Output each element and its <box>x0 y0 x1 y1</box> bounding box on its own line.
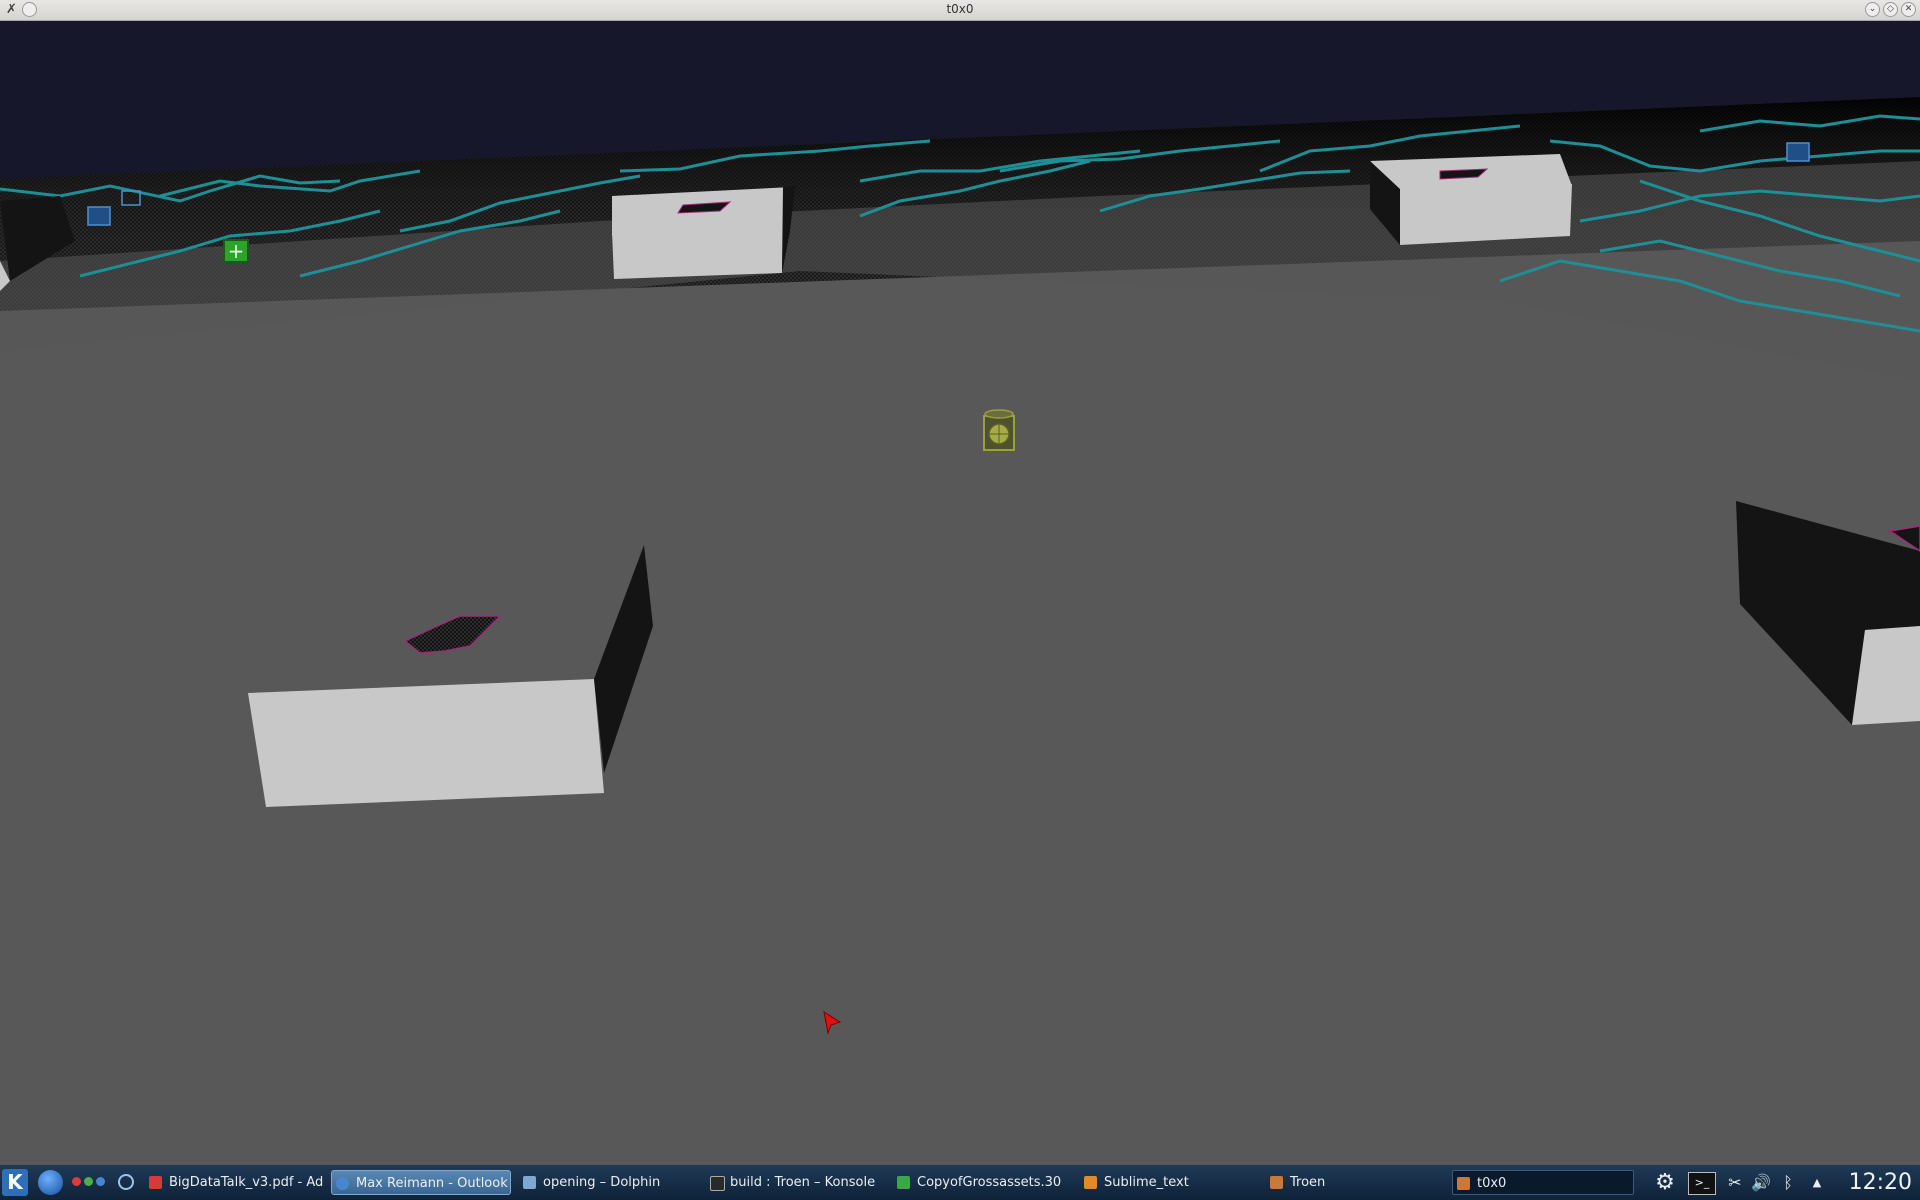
taskbar-item-dolphin[interactable]: opening – Dolphin <box>519 1170 699 1195</box>
powerup-canister-icon <box>983 409 1015 451</box>
taskbar-item-konsole[interactable]: build : Troen – Konsole <box>706 1170 886 1195</box>
pdf-icon <box>149 1176 162 1189</box>
settings-gear-icon[interactable]: ⚙ <box>1652 1172 1678 1194</box>
volume-icon[interactable]: 🔊 <box>1750 1172 1772 1193</box>
troen-icon <box>1457 1177 1470 1190</box>
kde-k-icon[interactable]: K <box>2 1169 28 1196</box>
close-button[interactable]: ✕ <box>1901 2 1916 17</box>
game-scene[interactable]: + <box>0 21 1920 1165</box>
editor-icon <box>1084 1176 1097 1189</box>
spreadsheet-icon <box>897 1176 910 1189</box>
bluetooth-icon[interactable]: ᛒ <box>1780 1172 1796 1193</box>
window-titlebar[interactable]: ✗ t0x0 ⌄ ◇ ✕ <box>0 0 1920 21</box>
maximize-button[interactable]: ◇ <box>1883 2 1898 17</box>
block-far-right <box>1370 154 1572 245</box>
folder-icon <box>523 1176 536 1189</box>
troen-icon <box>1270 1176 1283 1189</box>
minimize-button[interactable]: ⌄ <box>1865 2 1880 17</box>
network-icon[interactable] <box>118 1174 134 1190</box>
terminal-icon <box>710 1176 725 1191</box>
firefox-icon[interactable] <box>38 1170 63 1195</box>
taskbar: K BigDataTalk_v3.pdf - Ad Max Reimann - … <box>0 1165 1920 1200</box>
taskbar-item-pdf[interactable]: BigDataTalk_v3.pdf - Ad <box>145 1170 325 1195</box>
block-far-center <box>612 186 795 279</box>
svg-text:+: + <box>228 239 245 263</box>
game-viewport[interactable]: + <box>0 21 1920 1165</box>
taskbar-item-sublime[interactable]: Sublime_text <box>1080 1170 1250 1195</box>
taskbar-item-spreadsheet[interactable]: CopyofGrossassets.30 <box>893 1170 1063 1195</box>
terminal-icon[interactable]: >_ <box>1688 1172 1716 1195</box>
tray-expand-arrow-icon[interactable]: ▲ <box>1810 1172 1824 1193</box>
window-pager[interactable]: t0x0 <box>1452 1170 1634 1195</box>
health-pickup-icon: + <box>223 239 249 263</box>
clock[interactable]: 12:20 <box>1849 1168 1912 1197</box>
taskbar-item-troen[interactable]: Troen <box>1266 1170 1436 1195</box>
window-title: t0x0 <box>946 2 974 16</box>
taskbar-item-outlook[interactable]: Max Reimann - Outlook <box>331 1170 511 1195</box>
activities-dots-icon[interactable] <box>72 1177 106 1187</box>
firefox-icon <box>336 1177 349 1190</box>
scissors-icon[interactable]: ✂ <box>1726 1172 1744 1193</box>
